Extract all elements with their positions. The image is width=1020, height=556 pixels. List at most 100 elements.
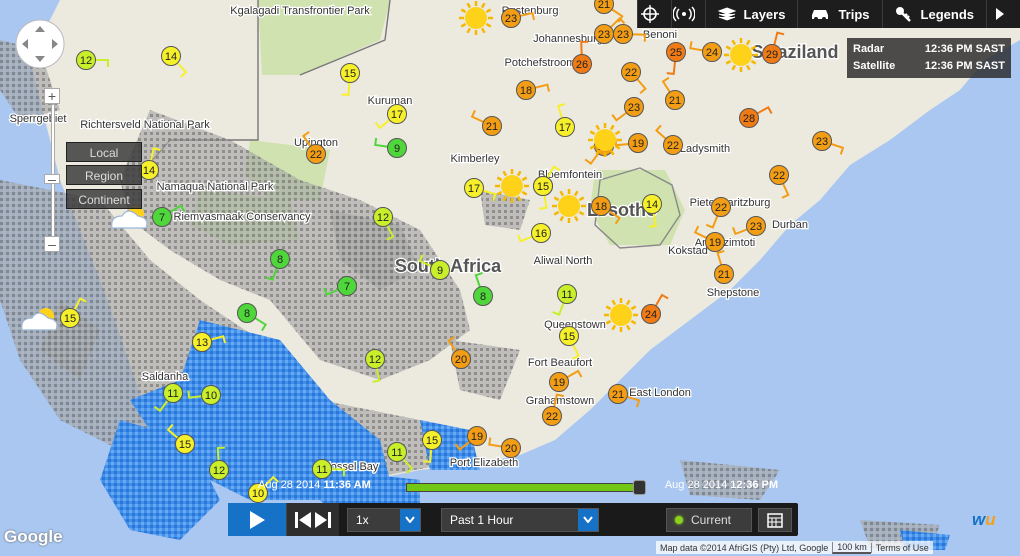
temperature-label: 23 [628, 102, 640, 114]
place-label: East London [629, 387, 691, 399]
temperature-label: 15 [344, 68, 356, 80]
scope-region-button[interactable]: Region [66, 165, 142, 185]
temperature-label: 19 [553, 377, 565, 389]
place-label: Potchefstroom [505, 57, 576, 69]
place-label: Namaqua National Park [157, 181, 274, 193]
zoom-out-button[interactable]: – [44, 236, 60, 252]
temperature-label: 10 [205, 390, 217, 402]
temperature-label: 22 [546, 411, 558, 423]
temperature-label: 8 [277, 254, 283, 266]
current-button[interactable]: Current [666, 507, 752, 532]
timeline-slider[interactable] [406, 480, 646, 495]
temperature-label: 22 [310, 149, 322, 161]
layer-time-card: Radar 12:36 PM SAST Satellite 12:36 PM SAS… [847, 38, 1011, 78]
car-icon [812, 10, 829, 21]
temperature-label: 15 [537, 181, 549, 193]
animation-timeline: Aug 28 2014 11:36 AM Aug 28 2014 12:36 P… [258, 478, 778, 496]
trips-label: Trips [838, 6, 870, 22]
range-select[interactable]: Past 1 Hour [441, 507, 599, 532]
radar-time-row: Radar 12:36 PM SAST [853, 43, 1005, 55]
speed-select[interactable]: 1x [347, 507, 421, 532]
layers-label: Layers [743, 6, 786, 22]
temperature-label: 14 [646, 199, 658, 211]
temperature-label: 23 [816, 136, 828, 148]
temperature-label: 9 [394, 143, 400, 155]
timeline-progress [407, 484, 641, 491]
place-label: Durban [772, 219, 808, 231]
timeline-start: Aug 28 2014 11:36 AM [258, 479, 371, 491]
temperature-label: 23 [617, 29, 629, 41]
calendar-button[interactable] [758, 507, 792, 532]
temperature-label: 11 [561, 289, 572, 301]
place-label: Sperrgebiet [10, 113, 67, 125]
layers-icon [717, 7, 736, 21]
layers-button[interactable]: Layers [704, 0, 798, 28]
temperature-label: 11 [316, 464, 327, 476]
temperature-label: 24 [645, 309, 657, 321]
broadcast-icon [673, 6, 696, 22]
google-logo: Google [4, 527, 63, 546]
locate-button[interactable] [636, 0, 671, 28]
terms-link[interactable]: Terms of Use [870, 542, 933, 553]
temperature-label: 21 [718, 269, 730, 281]
temperature-label: 21 [598, 0, 610, 11]
place-label: Aliwal North [534, 255, 593, 267]
playback-controls: 1x Past 1 Hour Current [228, 503, 798, 536]
radar-toggle-button[interactable] [670, 0, 705, 28]
top-toolbar: Layers Trips Legends [636, 0, 1020, 28]
temperature-label: 23 [598, 29, 610, 41]
zoom-slider-handle[interactable]: – [44, 172, 60, 186]
skip-button[interactable] [286, 503, 339, 536]
temperature-label: 21 [669, 95, 681, 107]
temperature-label: 15 [563, 331, 575, 343]
place-label: Kuruman [368, 95, 413, 107]
place-label: Ladysmith [680, 143, 730, 155]
temperature-label: 23 [750, 221, 762, 233]
skip-icon [295, 511, 331, 528]
legends-button[interactable]: Legends [881, 0, 986, 28]
weather-map[interactable]: Kgalagadi Transfrontier Park RustenburgBe… [0, 0, 1020, 556]
temperature-label: 15 [426, 435, 438, 447]
temperature-label: 8 [244, 308, 250, 320]
chevron-down-icon [578, 508, 598, 531]
scale-label: 100 km [832, 541, 871, 554]
temperature-label: 19 [471, 431, 483, 443]
temperature-label: 21 [486, 121, 498, 133]
map-data-credit[interactable]: Map data ©2014 AfriGIS (Pty) Ltd, Google [656, 543, 832, 553]
trips-button[interactable]: Trips [797, 0, 881, 28]
chevron-down-icon [400, 508, 420, 531]
temperature-label: 18 [595, 201, 607, 213]
scope-local-button[interactable]: Local [66, 142, 142, 162]
place-label: Grahamstown [526, 395, 594, 407]
temperature-label: 14 [143, 165, 155, 177]
temperature-label: 12 [369, 354, 381, 366]
place-label: Fort Beaufort [528, 357, 592, 369]
scope-continent-button[interactable]: Continent [66, 189, 142, 209]
play-icon [250, 510, 265, 529]
temperature-label: 18 [520, 85, 532, 97]
place-label: Kgalagadi Transfrontier Park [230, 5, 370, 17]
temperature-label: 11 [391, 447, 402, 459]
temperature-label: 19 [709, 237, 721, 249]
temperature-label: 11 [167, 388, 178, 400]
temperature-label: 20 [455, 354, 467, 366]
temperature-label: 16 [535, 228, 547, 240]
temperature-label: 17 [559, 122, 571, 134]
place-label: Benoni [643, 29, 677, 41]
calendar-icon [767, 512, 783, 528]
temperature-label: 13 [196, 337, 208, 349]
timeline-knob[interactable] [633, 480, 646, 495]
temperature-label: 22 [715, 202, 727, 214]
temperature-label: 15 [64, 313, 76, 325]
expand-panel-button[interactable] [986, 0, 1020, 28]
temperature-label: 12 [377, 212, 389, 224]
wu-logo[interactable]: wu [972, 510, 996, 530]
temperature-label: 7 [344, 281, 350, 293]
zoom-in-button[interactable]: + [44, 88, 60, 104]
place-label: Saldanha [142, 371, 189, 383]
temperature-label: 17 [468, 183, 480, 195]
temperature-label: 9 [437, 265, 443, 277]
temperature-label: 12 [213, 465, 225, 477]
pan-control[interactable] [14, 18, 66, 70]
play-button[interactable] [228, 503, 286, 536]
